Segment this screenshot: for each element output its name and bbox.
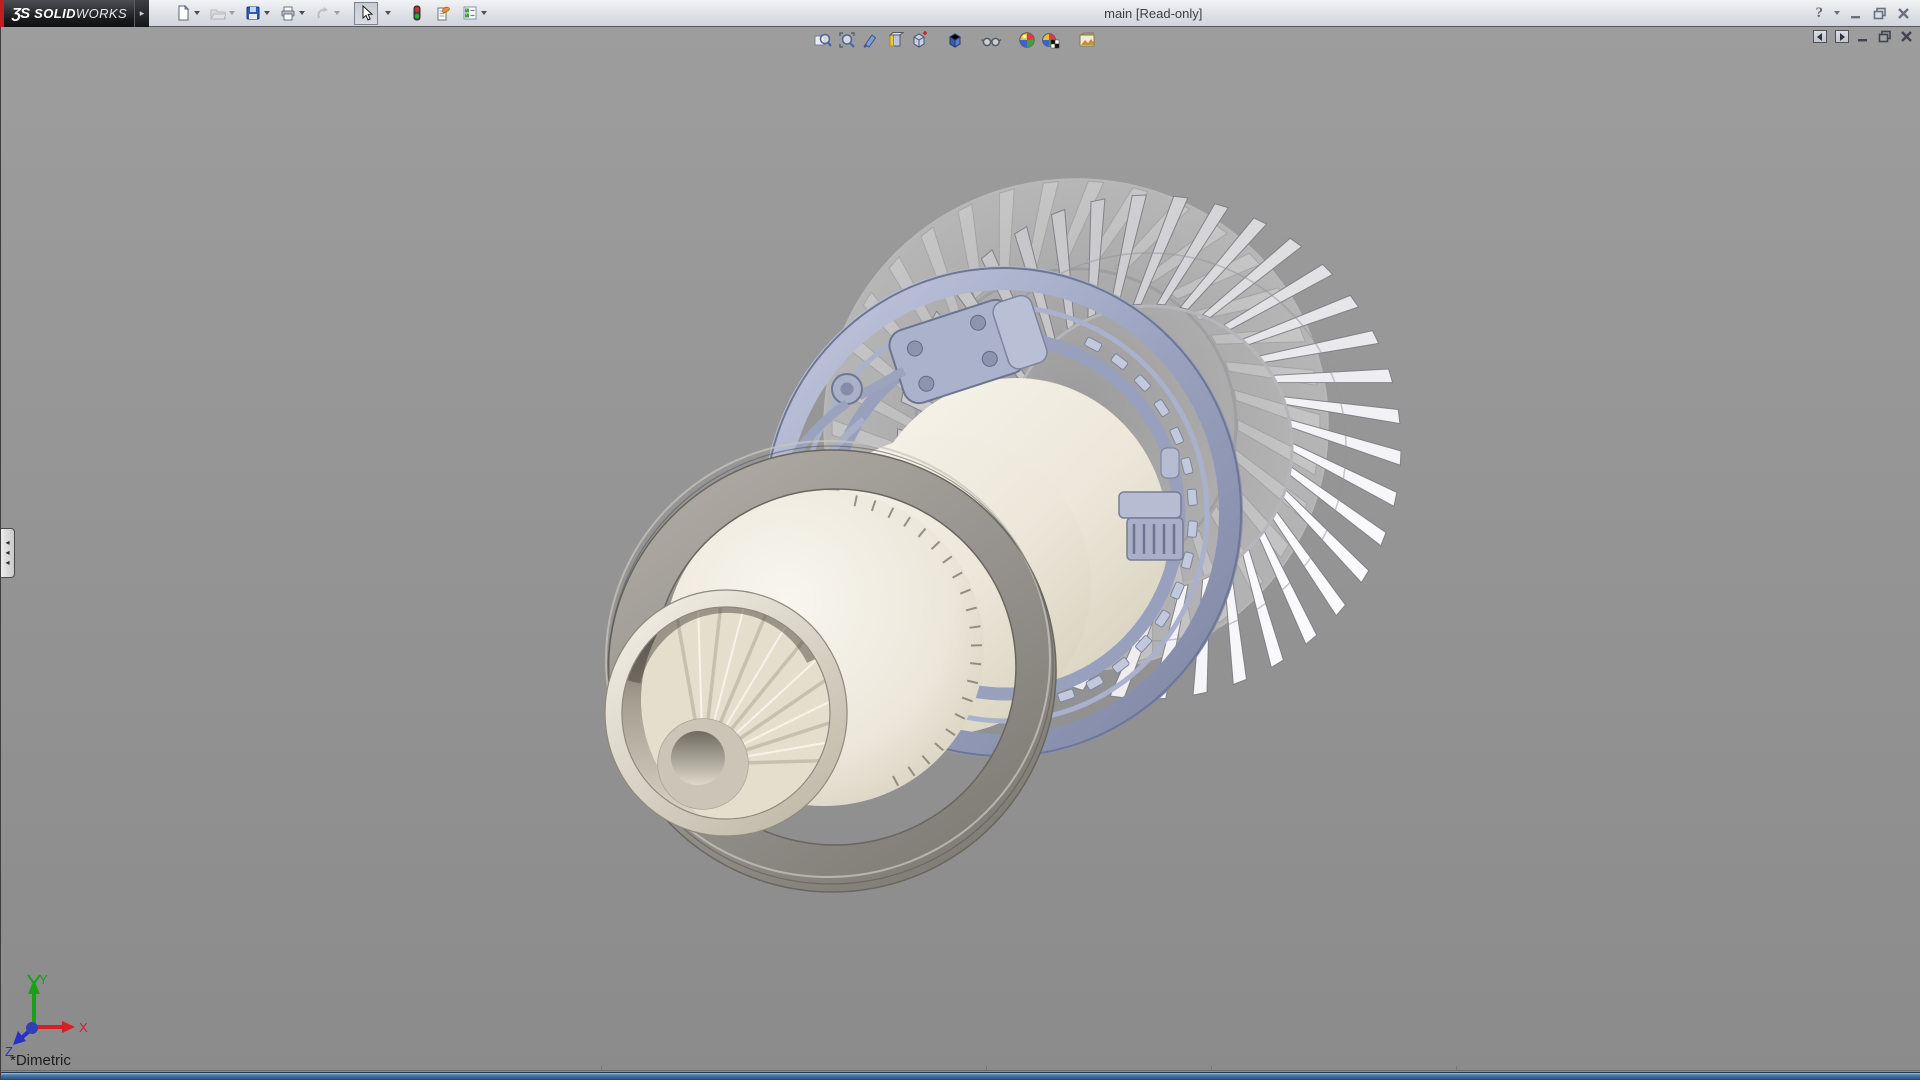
taskbar-top-edge <box>1 1072 1920 1080</box>
appearance-ball-icon <box>1019 31 1035 48</box>
select-dropdown-button[interactable] <box>380 2 395 25</box>
help-dropdown-caret-icon[interactable] <box>1834 11 1840 15</box>
svg-text:Y: Y <box>39 972 48 987</box>
zoom-to-fit-button[interactable] <box>811 29 835 50</box>
dropdown-caret-icon <box>194 11 200 15</box>
arrow-right-icon <box>1840 32 1845 41</box>
dropdown-caret-icon <box>334 11 340 15</box>
zoom-to-area-button[interactable] <box>835 29 859 50</box>
zoom-to-area-icon <box>839 31 855 48</box>
undo-icon <box>317 7 328 19</box>
minimize-icon <box>1858 39 1867 42</box>
new-document-icon <box>178 5 190 21</box>
apply-scene-button[interactable] <box>1039 29 1063 50</box>
close-document-button[interactable] <box>1900 30 1913 43</box>
minimize-button[interactable] <box>1850 7 1863 20</box>
restore-icon <box>1873 7 1886 19</box>
file-properties-button[interactable] <box>431 2 456 25</box>
dropdown-caret-icon <box>385 11 391 15</box>
restore-document-button[interactable] <box>1878 30 1892 43</box>
save-floppy-icon <box>246 6 260 20</box>
view-orientation-label: *Dimetric <box>10 1052 71 1069</box>
dropdown-caret-icon <box>264 11 270 15</box>
heads-up-view-toolbar <box>811 29 1099 50</box>
collapse-arrow-icon: ◂ <box>5 548 10 557</box>
jet-engine-3d-model[interactable]: Y X Z <box>1 27 1920 1080</box>
menu-expand-button[interactable]: ▸ <box>134 0 149 27</box>
dropdown-caret-icon <box>299 11 305 15</box>
select-cursor-icon <box>362 5 374 21</box>
open-folder-icon <box>210 9 226 20</box>
dropdown-caret-icon <box>229 11 235 15</box>
close-button[interactable] <box>1897 7 1910 20</box>
select-tool-button[interactable] <box>354 1 378 25</box>
close-icon <box>1901 31 1912 42</box>
section-view-button[interactable] <box>883 29 907 50</box>
undo-button[interactable] <box>311 2 344 25</box>
file-properties-icon <box>437 6 450 21</box>
document-title: main [Read-only] <box>1104 6 1203 21</box>
help-icon: ? <box>1815 4 1824 21</box>
view-orientation-button[interactable] <box>907 29 931 50</box>
restore-button[interactable] <box>1873 7 1887 20</box>
solidworks-logo-icon: ƷS <box>12 4 30 22</box>
next-pane-button[interactable] <box>1835 30 1849 43</box>
view-orientation-icon <box>913 30 927 48</box>
rebuild-button[interactable] <box>405 2 429 25</box>
svg-text:X: X <box>79 1020 88 1035</box>
collapse-arrow-icon: ◂ <box>5 558 10 567</box>
eyeglasses-icon <box>981 37 1001 46</box>
previous-view-icon <box>863 30 879 48</box>
brand-works: WORKS <box>75 5 128 21</box>
collapse-arrow-icon: ◂ <box>5 538 10 547</box>
print-icon <box>281 6 295 21</box>
logo-red-accent <box>0 0 4 27</box>
display-style-button[interactable] <box>943 29 967 50</box>
close-icon <box>1898 7 1909 19</box>
select-toolbar <box>354 1 395 25</box>
solidworks-logo: ƷS SOLID WORKS <box>0 0 134 27</box>
options-button[interactable] <box>458 2 491 25</box>
feature-manager-collapsed-tab[interactable]: ◂ ◂ ◂ <box>1 528 15 578</box>
help-button[interactable]: ? <box>1816 5 1824 22</box>
rebuild-traffic-light-icon <box>413 5 421 21</box>
tools-toolbar <box>405 2 491 25</box>
document-window-controls <box>1813 30 1913 43</box>
save-button[interactable] <box>241 2 274 25</box>
options-checklist-icon <box>463 6 477 20</box>
menu-expand-arrow-icon: ▸ <box>139 7 145 18</box>
title-bar: ƷS SOLID WORKS ▸ main [Read-only] ? <box>0 0 1920 27</box>
app-window-controls: ? <box>1816 5 1920 22</box>
new-document-button[interactable] <box>171 2 204 25</box>
hide-show-items-button[interactable] <box>979 29 1003 50</box>
edit-appearance-button[interactable] <box>1015 29 1039 50</box>
standard-toolbar <box>171 2 344 25</box>
section-view-icon <box>888 31 904 46</box>
previous-pane-button[interactable] <box>1813 30 1827 43</box>
open-button[interactable] <box>206 2 239 25</box>
dropdown-caret-icon <box>481 11 487 15</box>
minimize-icon <box>1851 15 1860 18</box>
minimize-document-button[interactable] <box>1857 30 1870 43</box>
graphics-viewport[interactable]: Y X Z ◂ ◂ ◂ *Dimetric <box>0 27 1920 1080</box>
display-style-icon <box>949 32 961 48</box>
status-divider-line <box>1 1070 1920 1071</box>
view-settings-icon <box>1079 32 1095 46</box>
previous-view-button[interactable] <box>859 29 883 50</box>
orientation-triad-icon: Y X Z <box>5 972 88 1059</box>
print-button[interactable] <box>276 2 309 25</box>
arrow-left-icon <box>1817 32 1822 41</box>
view-settings-button[interactable] <box>1075 29 1099 50</box>
status-bar-edge <box>1 1066 1920 1080</box>
brand-solid: SOLID <box>34 5 76 21</box>
apply-scene-icon <box>1042 32 1060 48</box>
zoom-to-fit-icon <box>814 33 832 47</box>
restore-icon <box>1878 30 1891 43</box>
